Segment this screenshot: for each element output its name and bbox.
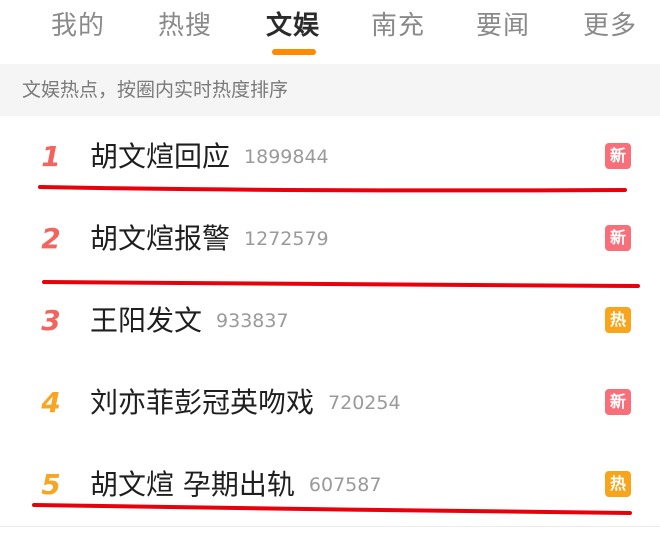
heat-count: 1272579 xyxy=(244,228,329,250)
topic-title[interactable]: 胡文煊 孕期出轨 607587 xyxy=(90,444,381,526)
new-badge: 新 xyxy=(605,225,631,251)
heat-count: 1899844 xyxy=(244,146,329,168)
heat-count: 720254 xyxy=(328,392,401,414)
heat-count: 607587 xyxy=(308,474,382,496)
rank-number: 2 xyxy=(41,222,61,255)
tab-entertainment[interactable]: 文娱 xyxy=(243,6,343,46)
tab-news[interactable]: 要闻 xyxy=(453,6,553,46)
topic-text: 刘亦菲彭冠英吻戏 xyxy=(90,386,315,419)
topic-text: 胡文煊 孕期出轨 xyxy=(90,468,295,501)
tab-bar: 我的 热搜 文娱 南充 要闻 更多 xyxy=(0,0,660,64)
active-tab-indicator xyxy=(272,49,316,55)
topic-title[interactable]: 刘亦菲彭冠英吻戏 720254 xyxy=(90,362,401,444)
tab-nanchong[interactable]: 南充 xyxy=(348,6,448,46)
topic-text: 胡文煊回应 xyxy=(90,140,231,173)
list-item[interactable]: 4 刘亦菲彭冠英吻戏 720254 新 xyxy=(0,362,660,445)
rank-number: 3 xyxy=(41,304,61,337)
tab-hot-search[interactable]: 热搜 xyxy=(135,6,235,46)
topic-title[interactable]: 王阳发文 933837 xyxy=(90,280,289,362)
list-item[interactable]: 3 王阳发文 933837 热 xyxy=(0,280,660,363)
rank-number: 1 xyxy=(41,140,61,173)
list-subheader: 文娱热点，按圈内实时热度排序 xyxy=(0,64,660,116)
tab-mine[interactable]: 我的 xyxy=(28,6,128,46)
new-badge: 新 xyxy=(605,143,631,169)
topic-title[interactable]: 胡文煊报警 1272579 xyxy=(90,198,329,280)
tab-more[interactable]: 更多 xyxy=(560,6,660,46)
list-item[interactable]: 2 胡文煊报警 1272579 新 xyxy=(0,198,660,281)
topic-text: 王阳发文 xyxy=(90,304,203,337)
hot-badge: 热 xyxy=(605,307,631,333)
rank-number: 5 xyxy=(41,468,61,501)
list-item[interactable]: 5 胡文煊 孕期出轨 607587 热 xyxy=(0,444,660,527)
topic-title[interactable]: 胡文煊回应 1899844 xyxy=(90,116,329,198)
rank-number: 4 xyxy=(41,386,61,419)
new-badge: 新 xyxy=(605,389,631,415)
hot-badge: 热 xyxy=(605,471,631,497)
heat-count: 933837 xyxy=(216,310,289,332)
topic-text: 胡文煊报警 xyxy=(90,222,231,255)
list-item[interactable]: 1 胡文煊回应 1899844 新 xyxy=(0,116,660,199)
